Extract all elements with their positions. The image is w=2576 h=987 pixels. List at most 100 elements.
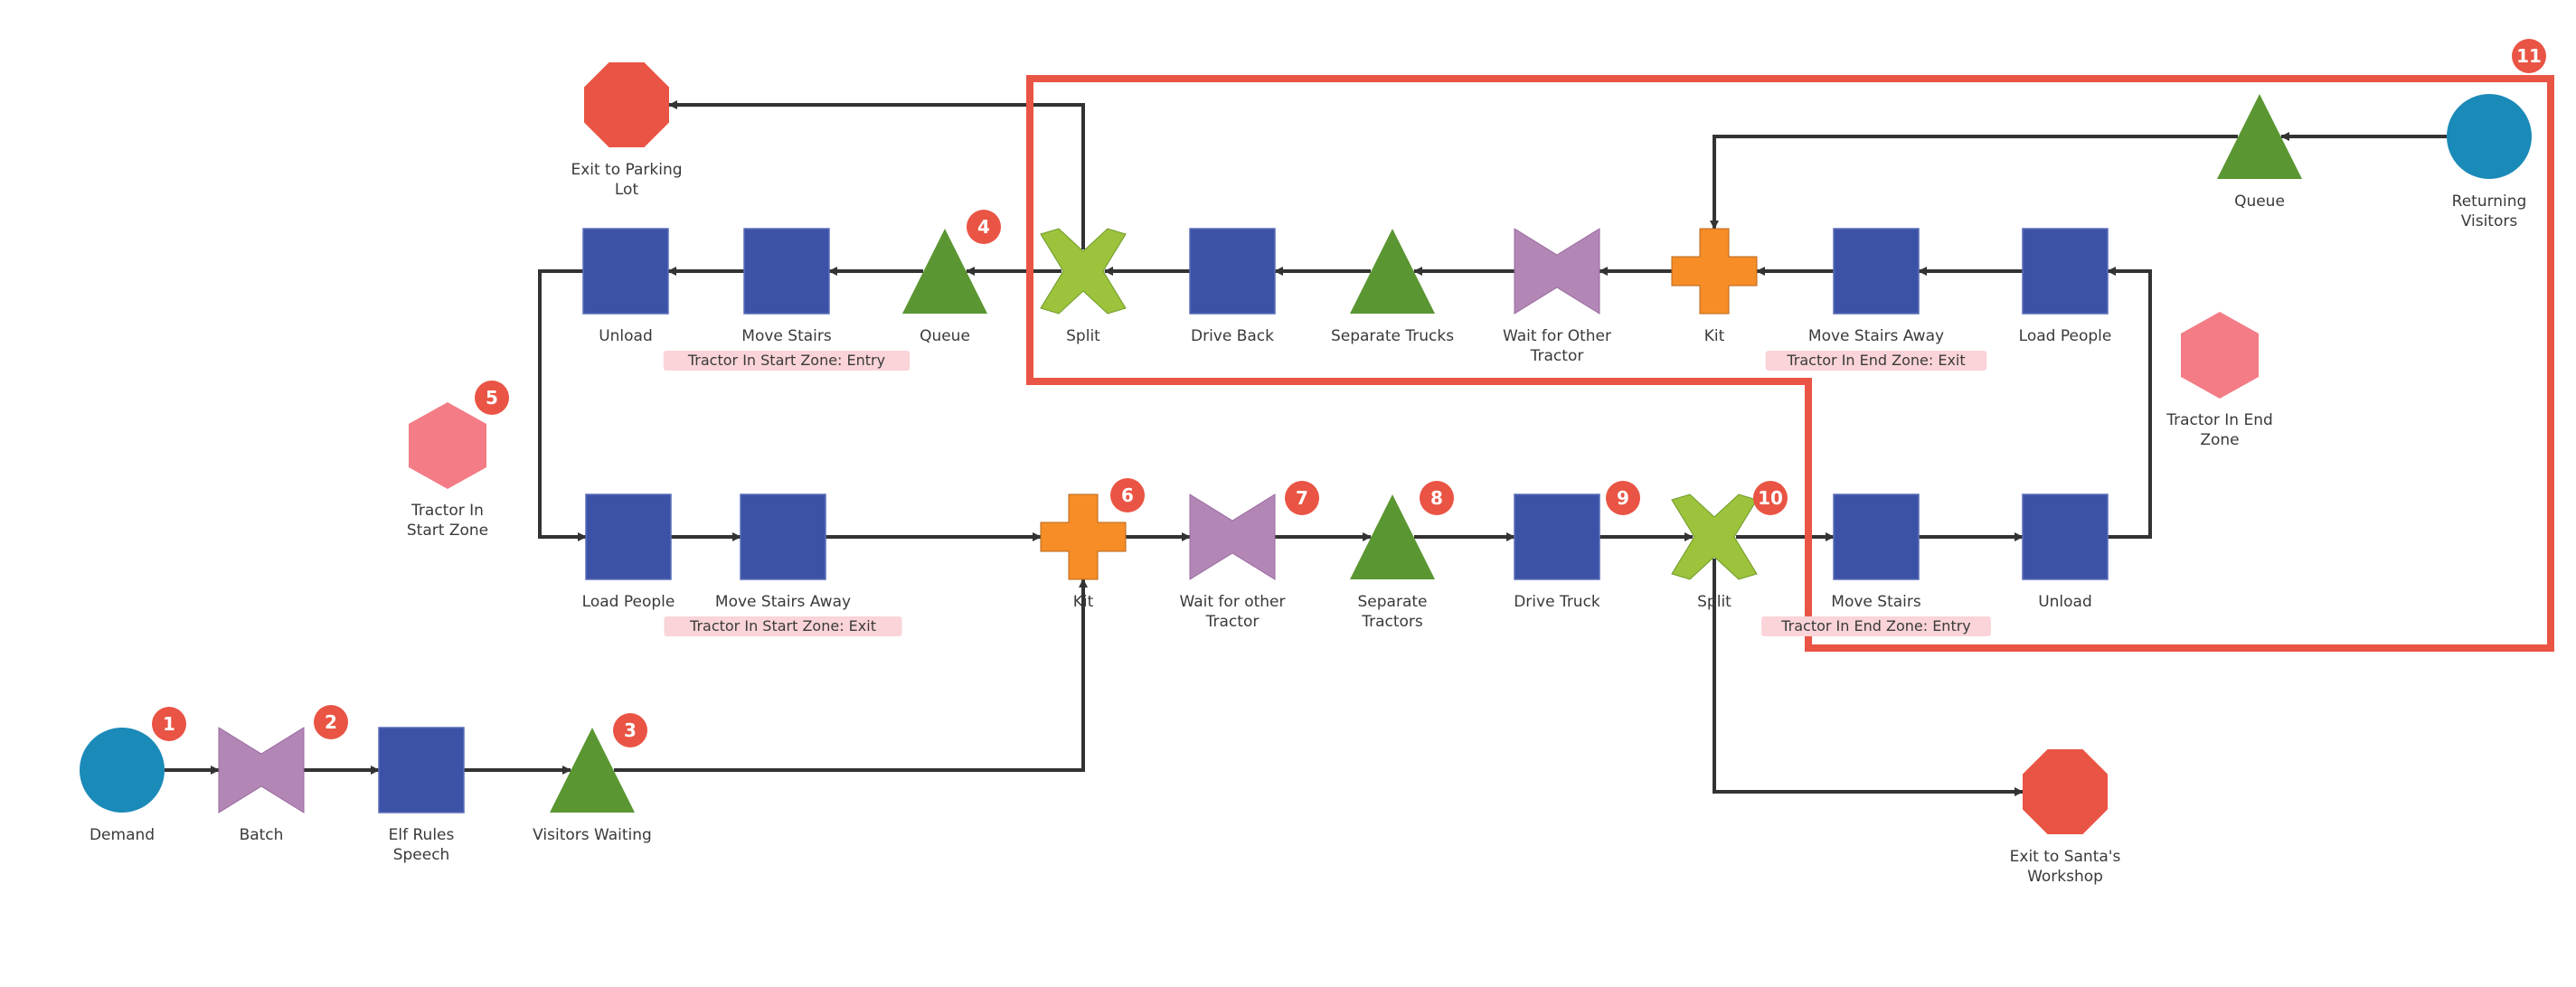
step-badge-1: 1 bbox=[152, 707, 186, 741]
node-label: Demand bbox=[90, 826, 155, 844]
node-label: Load People bbox=[2019, 327, 2112, 345]
node-label: Exit to Parking bbox=[571, 161, 682, 179]
node-label: Tractor bbox=[1205, 613, 1260, 631]
badge-number: 4 bbox=[977, 216, 990, 238]
node-label: Split bbox=[1066, 327, 1100, 345]
node-label: Speech bbox=[393, 846, 450, 864]
step-badge-9: 9 bbox=[1606, 481, 1640, 515]
node-separate-tractors[interactable]: Separate Tractors bbox=[1350, 494, 1435, 631]
badge-number: 8 bbox=[1430, 487, 1443, 509]
node-elf-rules-speech[interactable]: Elf Rules Speech bbox=[378, 727, 465, 864]
node-label: Unload bbox=[599, 327, 653, 345]
process-square-icon[interactable] bbox=[1833, 494, 1920, 580]
process-square-icon[interactable] bbox=[1514, 494, 1600, 580]
badges: 1 2 3 4 5 6 7 8 9 10 11 bbox=[152, 39, 2546, 747]
node-load-people-end[interactable]: Load People bbox=[2019, 228, 2112, 345]
nodes: Demand Batch Elf Rules Speech Visitors Waiti… bbox=[80, 62, 2532, 886]
node-label: Load People bbox=[582, 593, 675, 611]
step-badge-3: 3 bbox=[613, 713, 647, 747]
batch-bowtie-icon[interactable] bbox=[218, 727, 305, 813]
zone-tag: Tractor In End Zone: Exit bbox=[1786, 352, 1965, 369]
node-batch[interactable]: Batch bbox=[218, 727, 305, 844]
badge-number: 9 bbox=[1617, 487, 1629, 509]
node-drive-truck[interactable]: Drive Truck bbox=[1514, 494, 1600, 611]
badge-number: 10 bbox=[1758, 487, 1783, 509]
connector-queue-returning-to-kit-back bbox=[1710, 135, 2238, 230]
connector-unload-end-to-load-people-end bbox=[2107, 267, 2152, 539]
node-label: Returning bbox=[2452, 193, 2527, 211]
node-kit-out[interactable]: Kit bbox=[1040, 494, 1127, 611]
exit-octagon-icon[interactable] bbox=[2023, 749, 2108, 834]
batch-bowtie-icon[interactable] bbox=[1514, 228, 1600, 315]
node-label: Visitors Waiting bbox=[533, 826, 652, 844]
batch-bowtie-icon[interactable] bbox=[1189, 494, 1276, 580]
node-tractor-in-end-zone[interactable]: Tractor In End Zone bbox=[2166, 312, 2273, 449]
node-drive-back[interactable]: Drive Back bbox=[1189, 228, 1276, 345]
node-label: Elf Rules bbox=[389, 826, 455, 844]
zone-tag: Tractor In Start Zone: Entry bbox=[687, 352, 885, 369]
step-badge-4: 4 bbox=[967, 210, 1001, 244]
kit-cross-icon[interactable] bbox=[1040, 494, 1127, 580]
node-label: Queue bbox=[2234, 193, 2285, 211]
process-square-icon[interactable] bbox=[1833, 228, 1920, 315]
node-label: Lot bbox=[615, 181, 639, 199]
node-kit-back[interactable]: Kit bbox=[1671, 228, 1758, 345]
node-demand[interactable]: Demand bbox=[80, 728, 165, 844]
process-square-icon[interactable] bbox=[740, 494, 826, 580]
badge-number: 1 bbox=[163, 713, 175, 735]
node-move-stairs-start[interactable]: Move Stairs Tractor In Start Zone: Entry bbox=[663, 228, 911, 371]
node-unload-end[interactable]: Unload bbox=[2022, 494, 2109, 611]
process-square-icon[interactable] bbox=[585, 494, 672, 580]
process-square-icon[interactable] bbox=[1189, 228, 1276, 315]
node-move-stairs-away-end[interactable]: Move Stairs Away Tractor In End Zone: Exi… bbox=[1765, 228, 1987, 371]
node-queue-start[interactable]: Queue bbox=[902, 229, 987, 345]
node-label: Unload bbox=[2038, 593, 2092, 611]
node-label: Visitors bbox=[2461, 212, 2518, 230]
process-square-icon[interactable] bbox=[378, 727, 465, 813]
step-badge-11: 11 bbox=[2512, 39, 2546, 73]
badge-number: 2 bbox=[325, 711, 337, 733]
node-label: Queue bbox=[920, 327, 970, 345]
exit-octagon-icon[interactable] bbox=[584, 62, 669, 147]
kit-cross-icon[interactable] bbox=[1671, 228, 1758, 315]
node-unload-start[interactable]: Unload bbox=[582, 228, 669, 345]
node-wait-other-tractor-back[interactable]: Wait for Other Tractor bbox=[1503, 228, 1611, 365]
node-label: Kit bbox=[1704, 327, 1725, 345]
resource-hexagon-icon[interactable] bbox=[409, 402, 486, 489]
node-wait-other-tractor-out[interactable]: Wait for other Tractor bbox=[1180, 494, 1286, 631]
badge-number: 7 bbox=[1296, 487, 1308, 509]
node-move-stairs-away-start[interactable]: Move Stairs Away Tractor In Start Zone: E… bbox=[664, 494, 902, 636]
node-separate-trucks[interactable]: Separate Trucks bbox=[1331, 229, 1454, 345]
source-circle-icon[interactable] bbox=[80, 728, 165, 813]
node-returning-visitors[interactable]: ReturningVisitors bbox=[2447, 94, 2532, 230]
node-load-people-start[interactable]: Load People bbox=[582, 494, 675, 611]
step-badge-5: 5 bbox=[475, 381, 509, 415]
step-badge-6: 6 bbox=[1110, 478, 1145, 512]
connector-split-back-to-exit-parking-lot bbox=[668, 100, 1085, 249]
node-move-stairs-end[interactable]: Move Stairs Tractor In End Zone: Entry bbox=[1761, 494, 1991, 636]
node-label: Drive Truck bbox=[1514, 593, 1600, 611]
step-badge-2: 2 bbox=[314, 705, 348, 739]
node-label: Split bbox=[1697, 593, 1731, 611]
badge-number: 11 bbox=[2516, 45, 2542, 67]
node-label: Tractor In bbox=[410, 502, 484, 520]
source-circle-icon[interactable] bbox=[2447, 94, 2532, 179]
process-square-icon[interactable] bbox=[582, 228, 669, 315]
node-exit-santas-workshop[interactable]: Exit to Santa's Workshop bbox=[2010, 749, 2121, 886]
connectors bbox=[165, 100, 2447, 796]
process-square-icon[interactable] bbox=[2022, 494, 2109, 580]
resource-hexagon-icon[interactable] bbox=[2181, 312, 2259, 399]
node-label: Wait for other bbox=[1180, 593, 1286, 611]
node-label: Batch bbox=[240, 826, 284, 844]
connector-unload-start-to-load-people-start bbox=[538, 269, 587, 541]
process-square-icon[interactable] bbox=[743, 228, 830, 315]
node-label: Exit to Santa's bbox=[2010, 848, 2121, 866]
node-queue-returning[interactable]: Queue bbox=[2217, 94, 2302, 211]
node-split-out[interactable]: Split bbox=[1671, 494, 1758, 611]
step-badge-8: 8 bbox=[1420, 481, 1454, 515]
node-exit-parking-lot[interactable]: Exit to Parking Lot bbox=[571, 62, 683, 199]
process-square-icon[interactable] bbox=[2022, 228, 2109, 315]
node-tractor-in-start-zone[interactable]: Tractor In Start Zone bbox=[407, 402, 488, 540]
badge-number: 6 bbox=[1121, 484, 1134, 506]
step-badge-7: 7 bbox=[1285, 481, 1319, 515]
